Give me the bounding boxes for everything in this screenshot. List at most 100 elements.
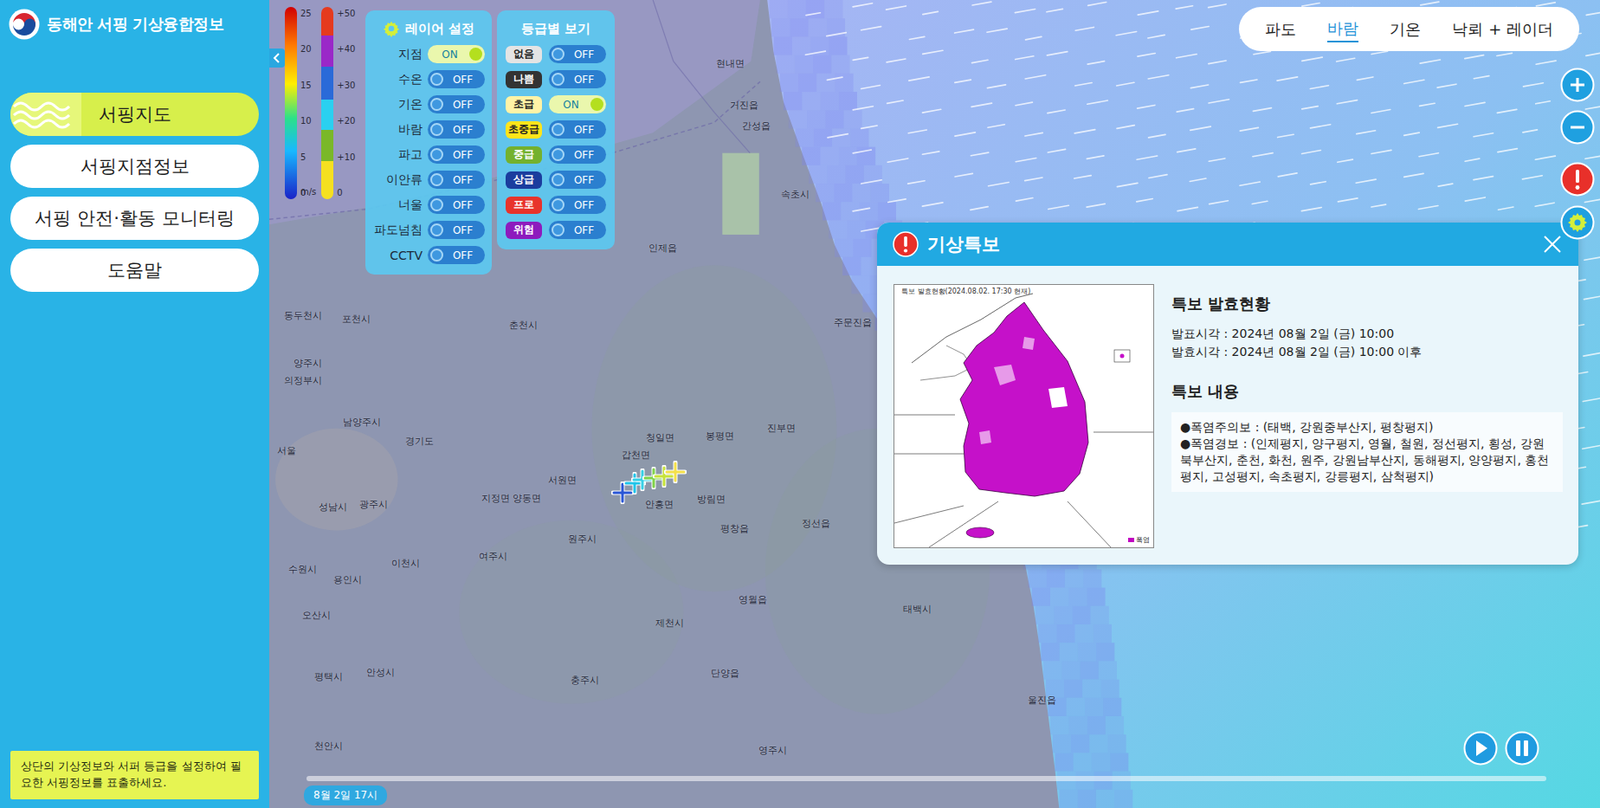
grade-badge: 프로 [505, 196, 542, 214]
layer-row: 바람OFF [372, 116, 485, 142]
sidebar-item-label: 도움말 [107, 258, 162, 283]
toggle-knob [430, 122, 444, 136]
place-label: 오산시 [302, 608, 331, 622]
toggle-label: OFF [564, 199, 604, 212]
collapse-button[interactable] [269, 48, 285, 68]
zoom-in-button[interactable] [1560, 67, 1595, 103]
color-legend: 2520151050m/s+50+40+30+20+100 [284, 6, 355, 200]
grade-row: 프로 OFF [503, 192, 608, 218]
grade-badge: 초급 [505, 96, 542, 114]
place-label: 성남시 [318, 500, 348, 514]
toggle-switch[interactable]: OFF [548, 145, 607, 164]
toggle-label: OFF [443, 174, 483, 187]
close-icon[interactable] [1541, 233, 1563, 255]
place-label: 주문진읍 [833, 316, 872, 330]
settings-button[interactable] [1560, 205, 1595, 240]
map[interactable]: 서울의정부시동두천시포천시양주시남양주시성남시광주시수원시용인시오산시평택시안성… [269, 0, 1600, 808]
place-label: 현내면 [716, 57, 745, 71]
legend-tick: +50 [336, 8, 355, 19]
pause-button[interactable] [1504, 730, 1540, 766]
toggle-switch[interactable]: OFF [548, 120, 607, 139]
place-label: 평창읍 [720, 522, 749, 536]
place-label: 영월읍 [738, 592, 768, 606]
layer-row: 수온OFF [372, 66, 485, 92]
legend-tick: +10 [336, 152, 355, 162]
warning-map-image: 특보 발효현황(2024.08.02. 17:30 현재)폭염 [893, 283, 1155, 549]
toggle-switch[interactable]: OFF [427, 70, 485, 89]
second-ticks: +50+40+30+20+100 [336, 6, 355, 200]
legend-tick: +20 [336, 116, 355, 126]
toggle-label: OFF [564, 224, 604, 237]
tab[interactable]: 파도 [1264, 17, 1297, 42]
place-label: 의정부시 [283, 374, 323, 388]
panel-title-text: 등급별 보기 [521, 20, 591, 38]
layer-row: 파도넘침OFF [372, 217, 485, 243]
toggle-switch[interactable]: OFF [427, 195, 485, 214]
warning-body: 특보 발효현황(2024.08.02. 17:30 현재)폭염특보 발효현황발표… [877, 265, 1579, 564]
toggle-switch[interactable]: OFF [548, 170, 607, 189]
place-label: 봉평면 [705, 429, 735, 443]
gear-icon [382, 19, 400, 38]
grade-badge: 위험 [505, 221, 542, 239]
sidebar-item[interactable]: 서핑 안전·활동 모니터링 [10, 196, 259, 240]
toggle-knob [551, 148, 565, 162]
layer-row: 지점ON [372, 41, 485, 67]
toggle-switch[interactable]: OFF [548, 70, 607, 89]
toggle-knob [430, 97, 444, 111]
legend-tick: 15 [300, 80, 312, 91]
grade-row: 나쁨 OFF [503, 66, 608, 92]
toggle-switch[interactable]: OFF [548, 45, 607, 64]
place-label: 서원면 [548, 472, 577, 486]
toggle-switch[interactable]: OFF [548, 195, 607, 214]
panel-title: 등급별 보기 [503, 15, 608, 42]
grade-badge: 없음 [505, 45, 542, 64]
layer-label: 기온 [398, 96, 423, 113]
toggle-switch[interactable]: OFF [427, 145, 485, 164]
place-label: 단양읍 [710, 666, 740, 680]
layer-row: 기온OFF [372, 91, 485, 117]
toggle-switch[interactable]: OFF [427, 245, 485, 265]
chevron-left-icon [272, 52, 282, 64]
toggle-switch[interactable]: OFF [427, 220, 485, 239]
tab[interactable]: 바람 [1327, 16, 1359, 43]
toggle-switch[interactable]: OFF [427, 120, 485, 139]
toggle-knob [551, 47, 565, 61]
sidebar-item[interactable]: 서핑지도 [10, 92, 259, 136]
logo[interactable]: 동해안 서핑 기상융합정보 [8, 0, 259, 49]
toggle-knob [590, 97, 604, 111]
place-label: 동두천시 [283, 309, 323, 323]
toggle-switch[interactable]: ON [548, 95, 607, 114]
place-label: 태백시 [903, 602, 932, 616]
place-label: 지정면 [481, 490, 510, 504]
play-button[interactable] [1463, 730, 1498, 766]
alert-button[interactable] [1560, 161, 1595, 197]
toggle-switch[interactable]: OFF [548, 220, 607, 239]
zoom-out-button[interactable] [1560, 109, 1595, 145]
wave-icon [10, 92, 82, 136]
toggle-switch[interactable]: ON [427, 45, 485, 64]
panel-title: 레이어 설정 [372, 15, 485, 42]
toggle-switch[interactable]: OFF [427, 95, 485, 114]
grade-row: 상급OFF [503, 167, 608, 193]
sidebar-item[interactable]: 서핑지점정보 [10, 144, 259, 188]
grade-panel: 등급별 보기없음OFF나쁨OFF초급ON초중급OFF중급OFF상급OFF프로OF… [496, 10, 615, 250]
surf-station-marker[interactable] [664, 460, 687, 484]
sidebar-item[interactable]: 도움말 [10, 248, 259, 292]
tab[interactable]: 낙뢰 + 레이더 [1451, 17, 1554, 42]
place-label: 영주시 [758, 742, 788, 756]
surf-station-marker[interactable] [652, 464, 676, 488]
toggle-knob [430, 173, 444, 187]
grade-badge: 나쁨 [505, 70, 542, 89]
tab[interactable]: 기온 [1389, 17, 1421, 42]
timeline-track[interactable] [306, 775, 1547, 781]
alert-icon [892, 231, 919, 258]
toggle-switch[interactable]: OFF [427, 170, 485, 189]
toggle-label: OFF [443, 148, 483, 162]
layer-row: 파고OFF [372, 141, 485, 168]
toggle-knob [430, 148, 444, 162]
toggle-knob [430, 223, 444, 237]
toggle-knob [551, 72, 565, 86]
toggle-knob [430, 72, 444, 86]
place-label: 용인시 [333, 573, 362, 587]
gear-icon [1560, 205, 1595, 240]
